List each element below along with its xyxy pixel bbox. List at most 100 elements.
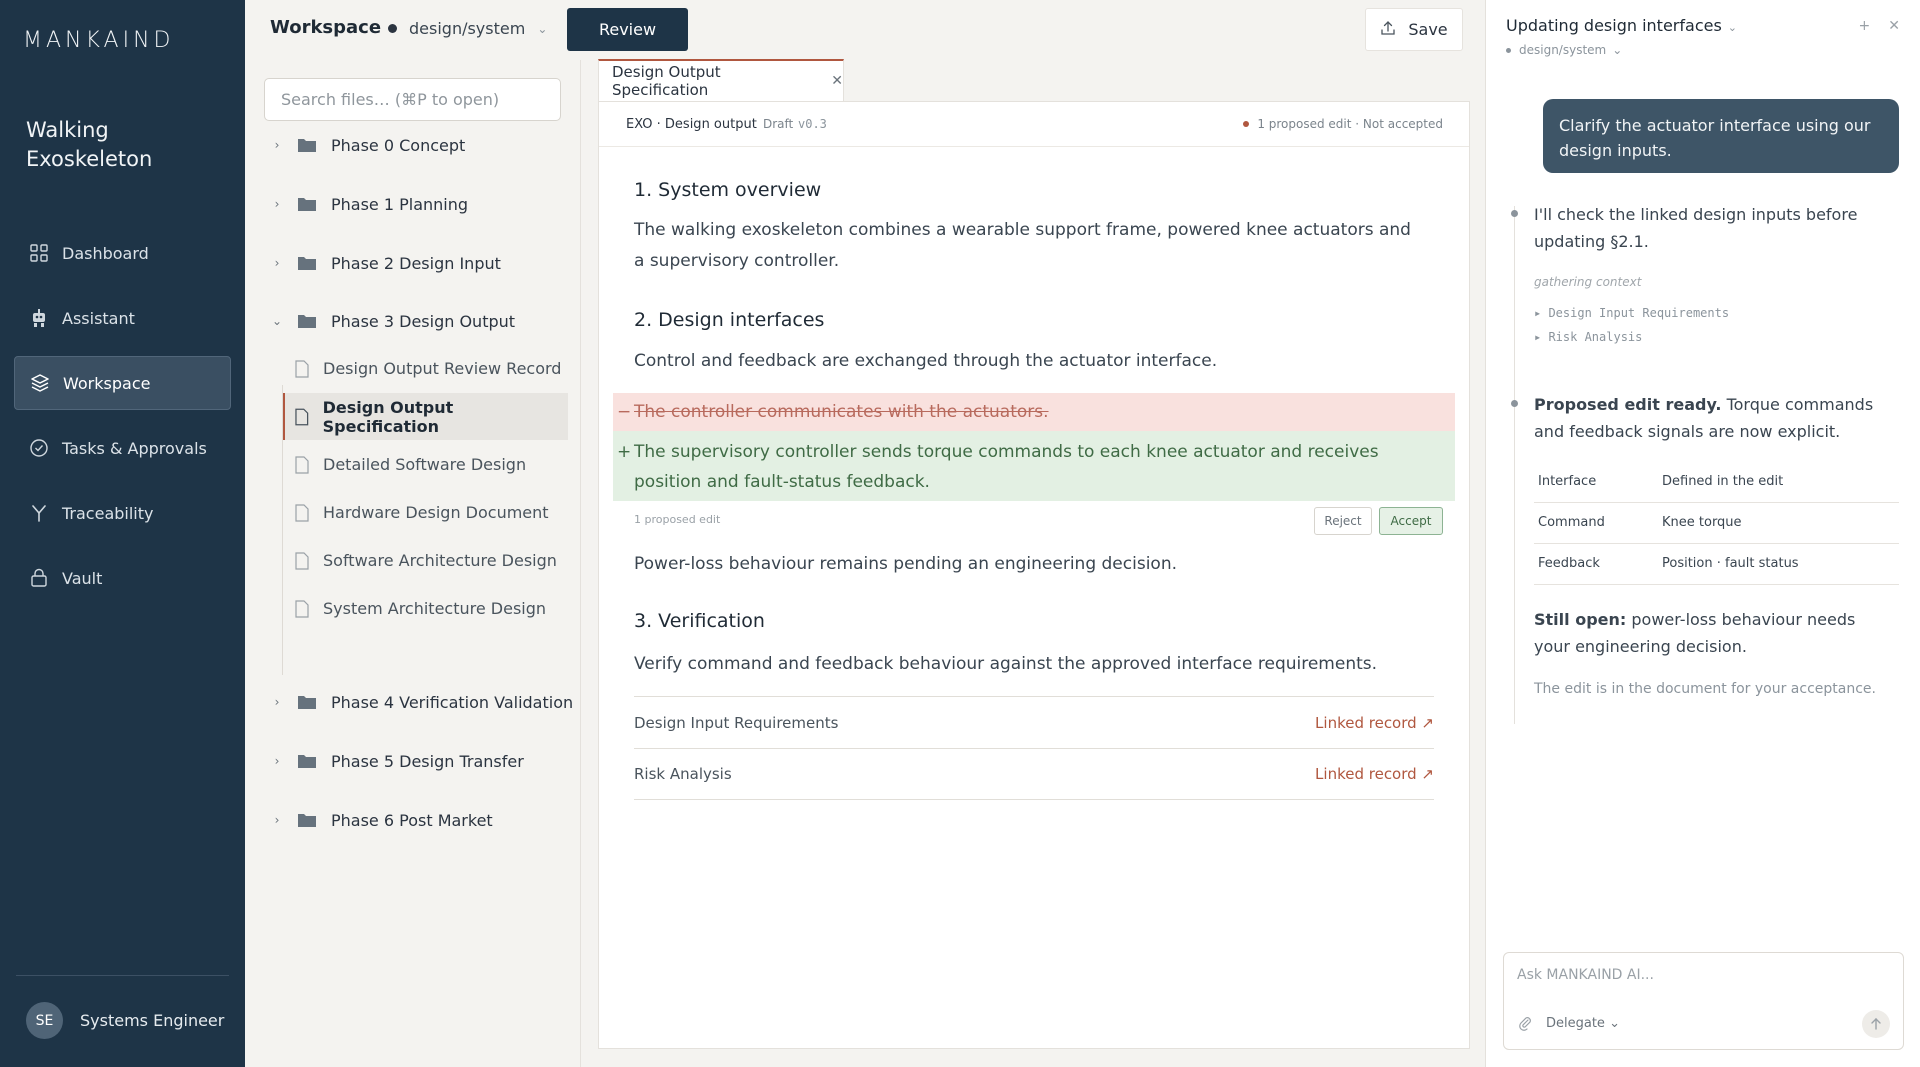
- close-icon[interactable]: ✕: [1888, 18, 1900, 34]
- file-design-output-review-record[interactable]: Design Output Review Record: [283, 345, 568, 392]
- folder-icon: [298, 814, 316, 827]
- delegate-dropdown[interactable]: Delegate ⌄: [1546, 1016, 1620, 1031]
- linked-record-name: Design Input Requirements: [634, 713, 839, 732]
- table-row: Command Knee torque: [1534, 502, 1899, 544]
- nav-item-label: Workspace: [63, 373, 151, 393]
- sidebar-nav: MANKAIND Walking Exoskeleton Dashboard A…: [0, 0, 245, 1067]
- document-editor: EXO · Design output Draft v0.3 1 propose…: [598, 101, 1470, 1049]
- divider: [16, 975, 229, 976]
- folder-phase-0[interactable]: › Phase 0 Concept: [271, 130, 466, 160]
- table-header: Defined in the edit: [1658, 461, 1899, 503]
- section-body: The walking exoskeleton combines a weara…: [634, 220, 1411, 271]
- paperclip-icon[interactable]: [1518, 1015, 1532, 1035]
- tab-label: Design Output Specification: [612, 63, 721, 99]
- folder-icon: [298, 257, 316, 270]
- table-header: Interface: [1534, 461, 1658, 503]
- branch-name: design/system: [409, 19, 526, 38]
- review-button[interactable]: Review: [567, 8, 688, 51]
- folder-icon: [298, 198, 316, 211]
- file-software-architecture-design[interactable]: Software Architecture Design: [283, 537, 568, 584]
- document-icon: [295, 455, 309, 474]
- nav-item-assistant[interactable]: Assistant: [14, 291, 231, 345]
- nav-item-label: Traceability: [62, 503, 154, 523]
- branch-icon: [28, 502, 50, 524]
- file-design-output-specification[interactable]: Design Output Specification: [283, 393, 568, 440]
- context-item[interactable]: ▸ Risk Analysis: [1534, 330, 1642, 344]
- nav-item-dashboard[interactable]: Dashboard: [14, 226, 231, 280]
- draft-badge: Draft: [763, 117, 794, 131]
- section-heading: 3. Verification: [634, 610, 765, 632]
- arrow-up-icon: [1871, 1018, 1881, 1030]
- conversation-title-text: Updating design interfaces: [1506, 16, 1722, 35]
- file-label: Detailed Software Design: [323, 455, 527, 474]
- folder-phase-3[interactable]: ⌄ Phase 3 Design Output: [271, 306, 515, 336]
- layers-icon: [29, 372, 51, 394]
- table-cell: Knee torque: [1658, 502, 1899, 544]
- folder-phase-5[interactable]: › Phase 5 Design Transfer: [271, 746, 524, 776]
- diff-added-line: + The supervisory controller sends torqu…: [613, 431, 1455, 501]
- table-cell: Position · fault status: [1658, 543, 1899, 585]
- gathering-context-label: gathering context: [1534, 275, 1642, 289]
- folder-label: Phase 4 Verification Validation: [331, 692, 574, 712]
- file-label: Design Output Review Record: [323, 359, 562, 378]
- linked-records: Design Input Requirements Linked record …: [634, 696, 1434, 800]
- folder-icon: [298, 139, 316, 152]
- top-bar: Workspace design/system ⌄ Review Save: [245, 0, 1485, 60]
- accept-button[interactable]: Accept: [1379, 507, 1443, 535]
- file-search-input[interactable]: [264, 78, 561, 121]
- file-detailed-software-design[interactable]: Detailed Software Design: [283, 441, 568, 488]
- table-row: Feedback Position · fault status: [1534, 543, 1899, 585]
- file-system-architecture-design[interactable]: System Architecture Design: [283, 585, 568, 632]
- app-logo: MANKAIND: [23, 28, 175, 53]
- file-label: System Architecture Design: [323, 599, 547, 618]
- chevron-right-icon: ›: [274, 138, 280, 152]
- acceptance-note: The edit is in the document for your acc…: [1534, 681, 1876, 697]
- table-cell: Feedback: [1534, 543, 1658, 585]
- nav-item-tasks-approvals[interactable]: Tasks & Approvals: [14, 421, 231, 475]
- section-body: Power-loss behaviour remains pending an …: [634, 554, 1177, 574]
- nav-item-label: Dashboard: [62, 243, 149, 263]
- document-icon: [295, 408, 309, 425]
- branch-selector[interactable]: design/system ⌄: [388, 19, 547, 38]
- save-button[interactable]: Save: [1365, 8, 1463, 51]
- chevron-down-icon: ⌄: [1612, 43, 1623, 57]
- file-label: Software Architecture Design: [323, 551, 557, 570]
- chevron-down-icon: ⌄: [1727, 21, 1738, 34]
- nav-item-workspace[interactable]: Workspace: [14, 356, 231, 410]
- document-icon: [295, 359, 309, 378]
- linked-record-link[interactable]: Linked record ↗: [1315, 714, 1434, 732]
- assistant-message: I'll check the linked design inputs befo…: [1534, 205, 1858, 251]
- chevron-right-icon: ›: [274, 256, 280, 270]
- linked-record-row: Design Input Requirements Linked record …: [634, 696, 1434, 748]
- check-circle-icon: [28, 437, 50, 459]
- folder-label: Phase 1 Planning: [331, 194, 469, 214]
- nav-item-vault[interactable]: Vault: [14, 551, 231, 605]
- section-heading: 2. Design interfaces: [634, 309, 825, 331]
- linked-record-link[interactable]: Linked record ↗: [1315, 765, 1434, 783]
- folder-phase-1[interactable]: › Phase 1 Planning: [271, 189, 468, 219]
- interface-table: Interface Defined in the edit Command Kn…: [1534, 461, 1899, 585]
- tab-design-output-specification[interactable]: Design Output Specification ✕: [598, 59, 844, 101]
- context-item[interactable]: ▸ Design Input Requirements: [1534, 306, 1729, 320]
- plus-icon[interactable]: +: [1859, 18, 1871, 34]
- folder-phase-4[interactable]: › Phase 4 Verification Validation: [271, 687, 574, 717]
- project-name: Walking Exoskeleton: [26, 118, 153, 171]
- folder-phase-6[interactable]: › Phase 6 Post Market: [271, 805, 493, 835]
- reject-button[interactable]: Reject: [1314, 507, 1372, 535]
- nav-item-traceability[interactable]: Traceability: [14, 486, 231, 540]
- folder-label: Phase 5 Design Transfer: [331, 751, 524, 771]
- plus-icon: +: [617, 442, 632, 462]
- user-profile[interactable]: SE Systems Engineer: [26, 1002, 224, 1039]
- chevron-down-icon: ⌄: [537, 21, 548, 36]
- removed-text: The controller communicates with the act…: [634, 402, 1049, 422]
- send-button[interactable]: [1862, 1010, 1890, 1038]
- diff-meta: 1 proposed edit: [634, 513, 721, 526]
- assistant-message: Proposed edit ready. Torque commands and…: [1534, 391, 1884, 445]
- ask-input[interactable]: [1517, 967, 1887, 983]
- conversation-branch[interactable]: design/system ⌄: [1506, 43, 1622, 57]
- folder-phase-2[interactable]: › Phase 2 Design Input: [271, 248, 501, 278]
- conversation-title[interactable]: Updating design interfaces ⌄: [1506, 16, 1737, 35]
- file-hardware-design-document[interactable]: Hardware Design Document: [283, 489, 568, 536]
- nav-item-label: Tasks & Approvals: [62, 438, 207, 458]
- close-icon[interactable]: ✕: [831, 73, 843, 89]
